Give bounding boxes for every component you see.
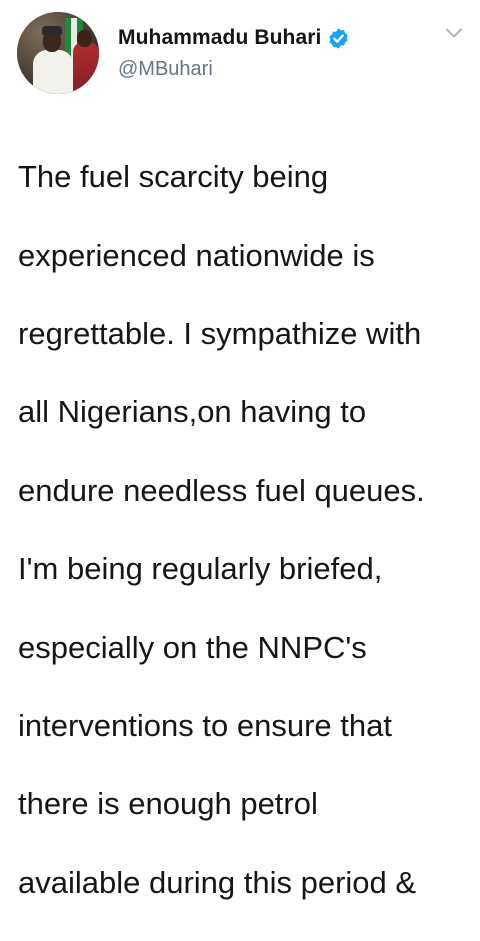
tweet-text-line: there is enough petrol — [18, 786, 318, 822]
tweet-text-line: available during this period & — [18, 864, 417, 900]
tweet-text-line: I'm being regularly briefed, — [18, 551, 383, 587]
avatar-figure-right-head — [77, 30, 92, 47]
tweet-card: Muhammadu Buhari @MBuhari The fuel scarc… — [0, 0, 480, 900]
tweet-text-line: all Nigerians,on having to — [18, 394, 367, 430]
author-handle[interactable]: @MBuhari — [118, 58, 213, 81]
author-name-row: Muhammadu Buhari — [118, 26, 350, 50]
tweet-text-line: interventions to ensure that — [18, 708, 392, 744]
tweet-text-line: endure needless fuel queues. — [18, 472, 425, 508]
avatar-figure-left — [33, 50, 73, 94]
tweet-text: The fuel scarcity being experienced nati… — [18, 118, 470, 941]
tweet-text-line: The fuel scarcity being — [18, 159, 329, 195]
avatar-figure-left-cap — [42, 26, 62, 35]
tweet-text-line: regrettable. I sympathize with — [18, 316, 422, 352]
verified-badge-icon — [327, 27, 350, 50]
tweet-text-line: experienced nationwide is — [18, 237, 375, 273]
avatar-figure-right — [73, 42, 99, 94]
avatar[interactable] — [17, 12, 99, 94]
tweet-text-line: especially on the NNPC's — [18, 629, 367, 665]
author-display-name[interactable]: Muhammadu Buhari — [118, 26, 321, 50]
chevron-down-icon[interactable] — [444, 26, 464, 40]
